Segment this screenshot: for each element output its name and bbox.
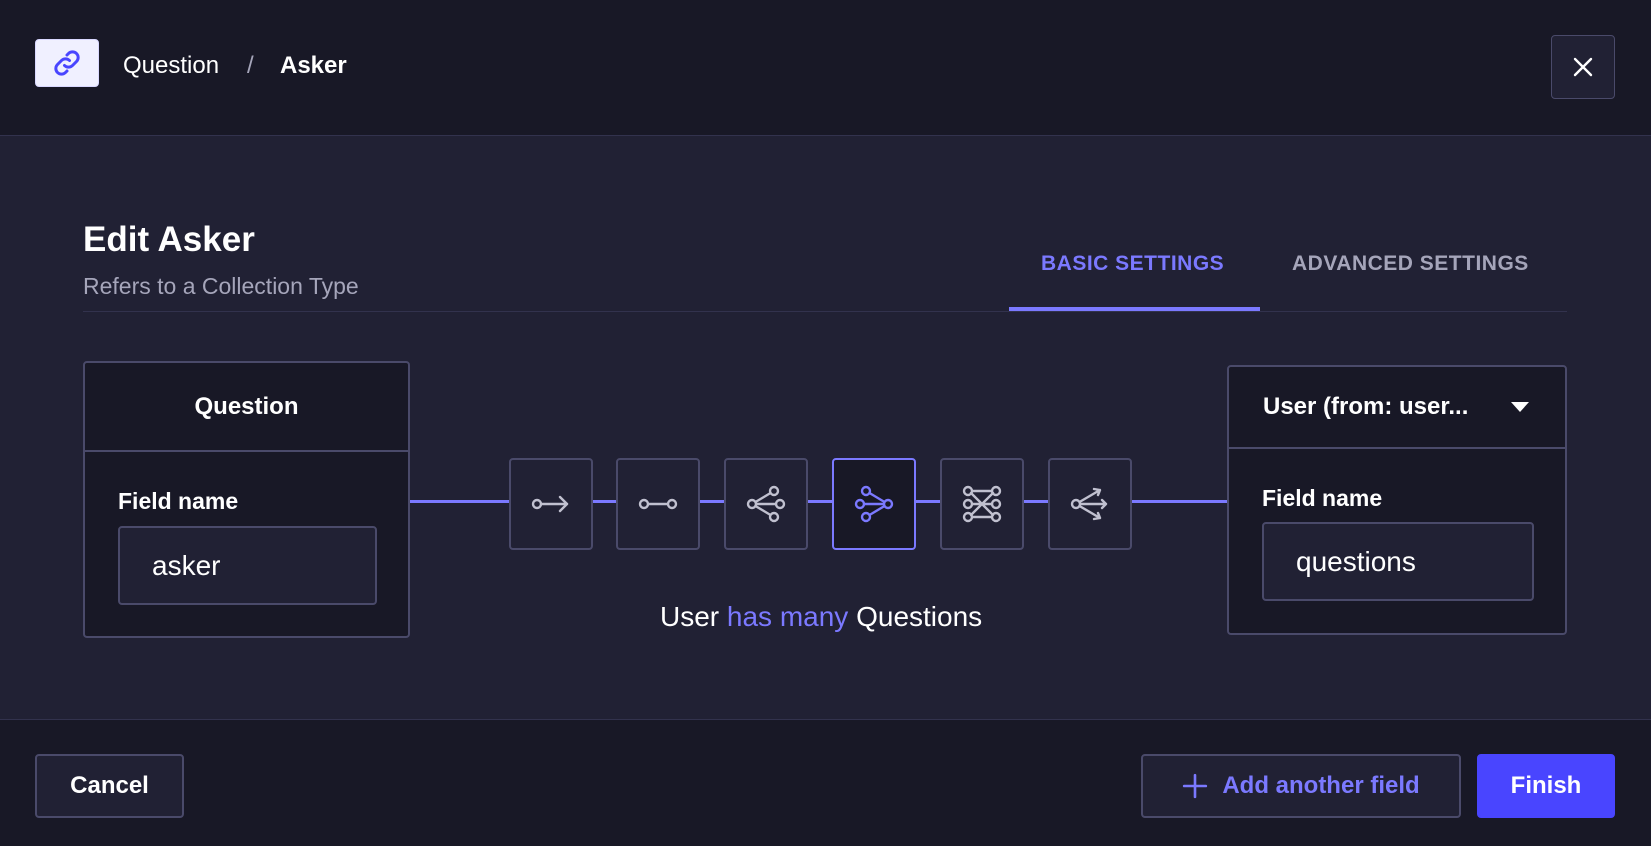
field-name-label: Field name <box>118 488 239 514</box>
breadcrumb-current: Asker <box>280 52 347 79</box>
tab-basic-settings[interactable]: BASIC SETTINGS <box>1041 250 1224 278</box>
many-to-one-relation-icon <box>854 485 894 523</box>
one-way-relation-icon <box>531 495 569 513</box>
finish-button[interactable]: Finish <box>1477 754 1615 818</box>
relation-subject: User <box>660 601 720 632</box>
page-title: Edit Asker <box>83 220 255 259</box>
add-another-field-label: Add another field <box>1222 772 1420 799</box>
relation-one-way-button[interactable] <box>509 458 593 550</box>
breadcrumb-item: Question <box>123 52 220 79</box>
relation-many-to-one-button[interactable] <box>832 458 916 550</box>
many-to-many-relation-icon <box>962 485 1002 523</box>
add-another-field-button[interactable]: Add another field <box>1141 754 1461 818</box>
cancel-button[interactable]: Cancel <box>35 754 184 818</box>
many-way-relation-icon <box>1070 487 1108 521</box>
modal-footer: Cancel Add another field Finish <box>0 719 1651 846</box>
caret-down-icon <box>1511 402 1529 412</box>
breadcrumb-separator: / <box>247 52 254 79</box>
close-icon <box>1573 57 1593 77</box>
target-content-type-value: User (from: user... <box>1263 393 1469 420</box>
relation-object: Questions <box>856 601 983 632</box>
active-tab-indicator <box>1009 307 1260 311</box>
plus-icon <box>1183 773 1208 799</box>
close-button[interactable] <box>1551 35 1615 99</box>
one-to-many-relation-icon <box>746 485 786 523</box>
relation-description: User has many Questions <box>660 600 982 634</box>
page-subtitle: Refers to a Collection Type <box>83 273 359 299</box>
source-field-name-input[interactable] <box>118 526 377 605</box>
target-field-name-input[interactable] <box>1262 522 1534 601</box>
link-icon <box>35 39 99 87</box>
target-content-type-box: User (from: user... Field name <box>1227 365 1567 635</box>
one-to-one-relation-icon <box>638 498 678 510</box>
field-name-label: Field name <box>1262 485 1383 511</box>
relation-one-to-many-button[interactable] <box>724 458 808 550</box>
relation-verb: has many <box>726 601 849 632</box>
relation-many-way-button[interactable] <box>1048 458 1132 550</box>
source-content-type-name: Question <box>85 363 408 452</box>
relation-many-to-many-button[interactable] <box>940 458 1024 550</box>
modal-header: Question / Asker <box>0 0 1651 136</box>
source-content-type-box: Question Field name <box>83 361 410 638</box>
relation-one-to-one-button[interactable] <box>616 458 700 550</box>
tab-advanced-settings[interactable]: ADVANCED SETTINGS <box>1292 250 1529 278</box>
tabs-divider <box>83 311 1567 312</box>
edit-relation-modal: Question / Asker Edit Asker Refers to a … <box>0 0 1651 846</box>
target-content-type-select[interactable]: User (from: user... <box>1229 367 1565 449</box>
